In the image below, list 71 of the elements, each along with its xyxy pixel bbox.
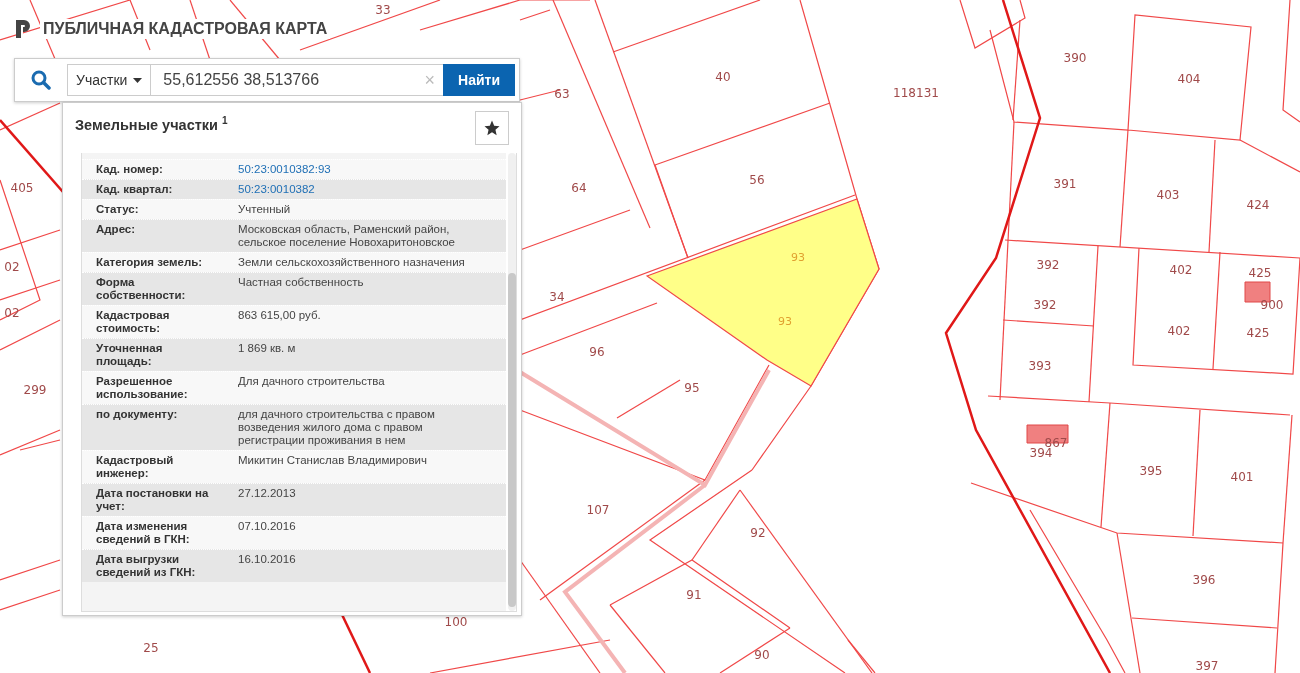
find-button[interactable]: Найти <box>443 64 515 96</box>
field-link[interactable]: 50:23:0010382:93 <box>238 163 506 176</box>
field-label: Адрес: <box>96 223 137 237</box>
parcel-number: 395 <box>1139 464 1163 478</box>
parcel-number: 401 <box>1230 470 1254 484</box>
field-value: 27.12.2013 <box>238 487 297 501</box>
field-label: Кадастровый инженер: <box>96 454 175 480</box>
field-label: Разрешенное использование: <box>96 375 189 401</box>
search-field[interactable]: 55,612556 38,513766 <box>151 64 417 96</box>
parcel-number: 93 <box>791 250 805 264</box>
parcel-number: 33 <box>375 3 391 17</box>
parcel-number: 397 <box>1195 659 1219 673</box>
parcel-number: 405 <box>10 181 34 195</box>
parcel-number: 92 <box>750 526 766 540</box>
field-value: 1 869 кв. м <box>238 342 297 356</box>
field-label: по документу: <box>96 408 179 422</box>
parcel-number: 95 <box>684 381 700 395</box>
field-label: Статус: <box>96 203 140 216</box>
field-label: Дата изменения сведений в ГКН: <box>96 520 191 546</box>
field-value: Московская область, Раменский район, сельское поселение Новохаритоновское <box>238 223 456 249</box>
parcel-number: 91 <box>686 588 702 602</box>
field-value: Учтенный <box>238 203 292 216</box>
parcel-number: 402 <box>1167 324 1191 338</box>
parcel-number: 424 <box>1246 198 1270 212</box>
field-label: Категория земель: <box>96 256 204 269</box>
parcel-number: 93 <box>778 314 792 328</box>
panel-title: Земельные участки $^{1}$ <box>75 114 228 133</box>
field-value: 16.10.2016 <box>238 553 297 567</box>
category-dropdown[interactable]: Участки <box>67 64 152 96</box>
field-value: Земли сельскохозяйственного назначения <box>238 256 466 269</box>
parcel-number: 63 <box>554 87 570 101</box>
parcel-number: 118131 <box>893 86 939 100</box>
field-label: Уточненная площадь: <box>96 342 164 368</box>
field-value: Частная собственность <box>238 276 365 290</box>
parcel-number: 90 <box>754 648 770 662</box>
parcel-number: 404 <box>1177 72 1201 86</box>
parcel-number: 64 <box>571 181 587 195</box>
parcel-number: 391 <box>1053 177 1077 191</box>
parcel-number: 392 <box>1036 258 1060 272</box>
search-bar[interactable]: Участки 55,612556 38,513766 × Найти <box>14 58 520 102</box>
field-value: Микитин Станислав Владимирович <box>238 454 429 468</box>
field-label: Дата постановки на учет: <box>96 487 210 513</box>
parcel-number: 107 <box>586 503 610 517</box>
field-link[interactable]: 50:23:0010382 <box>238 183 506 196</box>
site-title: ПУБЛИЧНАЯ КАДАСТРОВАЯ КАРТА <box>40 19 331 39</box>
field-value: 07.10.2016 <box>238 520 297 534</box>
field-label: Форма собственности: <box>96 276 187 302</box>
field-value: 863 615,00 руб. <box>238 309 322 323</box>
parcel-number: 425 <box>1246 326 1270 340</box>
field-label: Кад. квартал: <box>96 183 174 196</box>
field-value: Для дачного строительства <box>238 375 386 389</box>
field-label: Кадастровая стоимость: <box>96 309 171 335</box>
parcel-number: 390 <box>1063 51 1087 65</box>
parcel-number: 392 <box>1033 298 1057 312</box>
parcel-number: 34 <box>549 290 565 304</box>
parcel-number: 396 <box>1192 573 1216 587</box>
parcel-number: 96 <box>589 345 605 359</box>
parcel-number: 299 <box>23 383 47 397</box>
parcel-number: 402 <box>1169 263 1193 277</box>
parcel-number: 40 <box>715 70 731 84</box>
parcel-number: 02 <box>4 260 20 274</box>
parcel-number: 403 <box>1156 188 1180 202</box>
parcel-number: 425 <box>1248 266 1272 280</box>
field-label: Дата выгрузки сведений из ГКН: <box>96 553 197 579</box>
field-value: для дачного строительства с правом возведения жилого дома с правом регистрации проживания в нем <box>238 408 436 447</box>
parcel-number: 25 <box>143 641 159 655</box>
parcel-number: 900 <box>1260 298 1284 312</box>
parcel-number: 56 <box>749 173 765 187</box>
field-label: Кад. номер: <box>96 163 164 176</box>
parcel-number: 100 <box>444 615 468 629</box>
parcel-number: 393 <box>1028 359 1052 373</box>
